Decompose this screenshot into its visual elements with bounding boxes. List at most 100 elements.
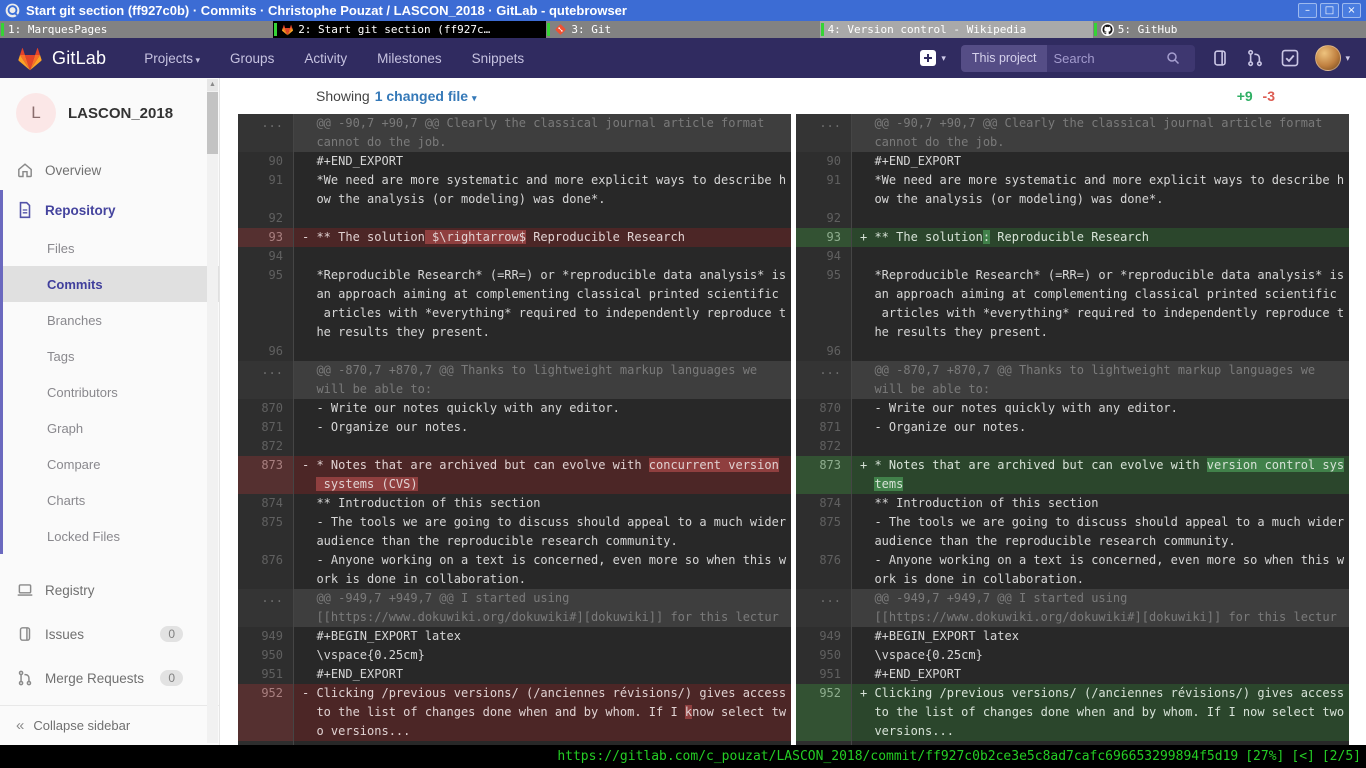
- sidebar-item-graph[interactable]: Graph: [3, 410, 219, 446]
- sidebar-item-merge-requests[interactable]: Merge Requests0: [0, 656, 219, 700]
- code-line: will be able to:: [294, 380, 791, 399]
- avatar: [1315, 45, 1341, 71]
- sidebar-item-commits[interactable]: Commits: [3, 266, 219, 302]
- line-number[interactable]: 949: [796, 627, 852, 646]
- sidebar-item-compare[interactable]: Compare: [3, 446, 219, 482]
- tab-label: 5: GitHub: [1114, 23, 1182, 36]
- nav-link-projects[interactable]: Projects ▾: [144, 51, 200, 66]
- line-number[interactable]: 94: [238, 247, 294, 266]
- line-number[interactable]: 876: [238, 551, 294, 589]
- sidebar-item-repository[interactable]: Repository: [3, 190, 219, 230]
- code-line: an approach aiming at complementing clas…: [294, 285, 791, 304]
- browser-tab-4[interactable]: 4: Version control - Wikipedia: [820, 21, 1093, 38]
- line-number[interactable]: 871: [238, 418, 294, 437]
- line-number[interactable]: 953: [238, 741, 294, 745]
- line-number[interactable]: 92: [238, 209, 294, 228]
- collapse-sidebar-button[interactable]: « Collapse sidebar: [0, 705, 219, 745]
- code-line: @@ -870,7 +870,7 @@ Thanks to lightweigh…: [294, 361, 791, 380]
- count-badge: 0: [160, 626, 183, 642]
- line-number[interactable]: 873: [796, 456, 852, 494]
- browser-tab-1[interactable]: 1: MarquesPages: [0, 21, 273, 38]
- browser-tab-5[interactable]: 5: GitHub: [1093, 21, 1366, 38]
- line-number[interactable]: 94: [796, 247, 852, 266]
- sidebar-item-contributors[interactable]: Contributors: [3, 374, 219, 410]
- close-button[interactable]: ×: [1342, 3, 1361, 18]
- line-number[interactable]: 93: [796, 228, 852, 247]
- line-number[interactable]: 95: [238, 266, 294, 342]
- sidebar-scrollbar[interactable]: ▲: [207, 79, 218, 743]
- maximize-button[interactable]: □: [1320, 3, 1339, 18]
- line-number[interactable]: 872: [238, 437, 294, 456]
- line-number[interactable]: 871: [796, 418, 852, 437]
- gitlab-logo[interactable]: GitLab: [16, 45, 106, 71]
- sidebar-item-overview[interactable]: Overview: [0, 150, 219, 190]
- line-number[interactable]: 91: [238, 171, 294, 209]
- diff-stats: +9 -3: [1237, 88, 1275, 104]
- line-number[interactable]: 95: [796, 266, 852, 342]
- line-number[interactable]: 951: [238, 665, 294, 684]
- line-number[interactable]: 90: [238, 152, 294, 171]
- issues-icon[interactable]: [1210, 48, 1230, 68]
- minimize-button[interactable]: –: [1298, 3, 1317, 18]
- line-number[interactable]: 874: [238, 494, 294, 513]
- scroll-up-arrow-icon[interactable]: ▲: [207, 79, 218, 91]
- line-number[interactable]: 950: [238, 646, 294, 665]
- todos-icon[interactable]: [1280, 48, 1300, 68]
- diff-row-new-870: 870 - Write our notes quickly with any e…: [796, 399, 1349, 418]
- code-line: versions...: [852, 722, 1349, 741]
- line-number[interactable]: 870: [238, 399, 294, 418]
- code-cell: ** Introduction of this section: [852, 494, 1349, 513]
- line-number[interactable]: 870: [796, 399, 852, 418]
- line-number: ...: [796, 114, 852, 152]
- line-number[interactable]: 950: [796, 646, 852, 665]
- code-cell: - Organize our notes.: [294, 418, 791, 437]
- line-number[interactable]: 93: [238, 228, 294, 247]
- user-menu[interactable]: ▾: [1315, 45, 1350, 71]
- code-line: ork is done in collaboration.: [294, 570, 791, 589]
- sidebar-menu: OverviewRepositoryFilesCommitsBranchesTa…: [0, 150, 219, 700]
- line-number[interactable]: 873: [238, 456, 294, 494]
- line-number[interactable]: 953: [796, 741, 852, 745]
- line-number[interactable]: 96: [796, 342, 852, 361]
- nav-link-activity[interactable]: Activity: [304, 51, 347, 66]
- line-number[interactable]: 96: [238, 342, 294, 361]
- diff-row-new-90: 90 #+END_EXPORT: [796, 152, 1349, 171]
- status-tab-counter: [2/5]: [1322, 749, 1361, 764]
- line-number[interactable]: 91: [796, 171, 852, 209]
- line-number[interactable]: 952: [796, 684, 852, 741]
- search-input[interactable]: [1047, 51, 1165, 66]
- diff-row-old-874: 874 ** Introduction of this section: [238, 494, 791, 513]
- line-number[interactable]: 875: [796, 513, 852, 551]
- browser-tab-2[interactable]: 2: Start git section (ff927c…: [273, 21, 546, 38]
- line-number[interactable]: 951: [796, 665, 852, 684]
- code-line: [852, 342, 1349, 361]
- merge-request-icon[interactable]: [1245, 48, 1265, 68]
- code-cell: - Clicking /previous versions/ (/ancienn…: [294, 684, 791, 741]
- scrollbar-thumb[interactable]: [207, 92, 218, 154]
- sidebar-item-charts[interactable]: Charts: [3, 482, 219, 518]
- browser-tab-3[interactable]: 3: Git: [546, 21, 819, 38]
- changed-files-dropdown[interactable]: 1 changed file ▾: [375, 88, 477, 104]
- line-number[interactable]: 876: [796, 551, 852, 589]
- new-dropdown-button[interactable]: ▾: [919, 49, 946, 67]
- code-line: #+END_EXPORT: [852, 152, 1349, 171]
- line-number[interactable]: 90: [796, 152, 852, 171]
- project-link[interactable]: L LASCON_2018: [0, 78, 219, 150]
- sidebar-item-files[interactable]: Files: [3, 230, 219, 266]
- sidebar-item-issues[interactable]: Issues0: [0, 612, 219, 656]
- sidebar-item-branches[interactable]: Branches: [3, 302, 219, 338]
- sidebar-item-tags[interactable]: Tags: [3, 338, 219, 374]
- nav-link-snippets[interactable]: Snippets: [472, 51, 525, 66]
- code-line: @@ -90,7 +90,7 @@ Clearly the classical …: [852, 114, 1349, 133]
- line-number[interactable]: 952: [238, 684, 294, 741]
- sidebar-item-registry[interactable]: Registry: [0, 568, 219, 612]
- code-line: + Clicking /previous versions/ (/ancienn…: [852, 684, 1349, 703]
- nav-link-groups[interactable]: Groups: [230, 51, 274, 66]
- line-number[interactable]: 92: [796, 209, 852, 228]
- nav-link-milestones[interactable]: Milestones: [377, 51, 442, 66]
- sidebar-item-locked-files[interactable]: Locked Files: [3, 518, 219, 554]
- line-number[interactable]: 949: [238, 627, 294, 646]
- line-number[interactable]: 875: [238, 513, 294, 551]
- line-number[interactable]: 872: [796, 437, 852, 456]
- line-number[interactable]: 874: [796, 494, 852, 513]
